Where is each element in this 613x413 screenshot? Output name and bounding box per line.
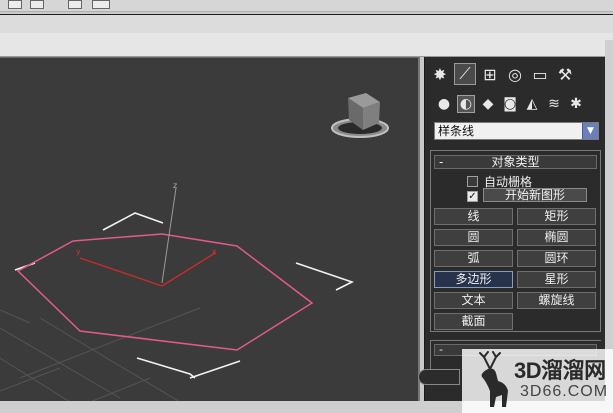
toolbar-icon[interactable]	[30, 0, 44, 9]
watermark-main-text: 3D溜溜网	[514, 358, 606, 383]
donut-button[interactable]: 圆环	[517, 250, 596, 267]
collapse-icon: -	[439, 155, 444, 169]
x-axis-label: x	[212, 247, 217, 256]
watermark-sub-text: 3D66.COM	[520, 383, 609, 400]
viewcube[interactable]	[331, 93, 389, 138]
start-new-shape-checkbox[interactable]: ✓	[467, 190, 478, 202]
hierarchy-icon[interactable]: ⊞	[479, 63, 501, 85]
watermark: 3D溜溜网 3D66.COM	[462, 349, 613, 413]
helix-button[interactable]: 螺旋线	[517, 292, 596, 309]
geometry-icon[interactable]: ●	[435, 95, 453, 113]
polygon-shape[interactable]	[16, 233, 314, 351]
ellipse-button[interactable]: 椭圆	[517, 229, 596, 246]
cursor-icon	[146, 0, 156, 9]
ribbon-bar	[0, 15, 613, 33]
text-button[interactable]: 文本	[434, 292, 513, 309]
category-dropdown[interactable]: 样条线 ▼	[434, 122, 599, 140]
deer-logo-icon	[479, 351, 508, 407]
auto-grid-row[interactable]: 自动栅格	[467, 174, 533, 189]
shapes-icon[interactable]: ◐	[457, 95, 475, 113]
arc-button[interactable]: 弧	[434, 250, 513, 267]
z-axis-label: z	[173, 181, 177, 190]
display-icon[interactable]: ▭	[529, 63, 551, 85]
y-axis-label: y	[76, 247, 81, 256]
toolbar-icon[interactable]	[68, 0, 82, 9]
spacewarps-icon[interactable]: ≋	[545, 95, 563, 113]
category-dropdown-value: 样条线	[438, 124, 475, 138]
object-type-rollout: - 对象类型 自动栅格 ✓ 开始新图形 线 矩形 圆 椭圆 弧 圆环 多边形 星…	[430, 150, 601, 332]
window-frame-right	[605, 40, 613, 401]
section-button[interactable]: 截面	[434, 313, 513, 330]
ground-grid	[0, 307, 201, 401]
rectangle-button[interactable]: 矩形	[517, 208, 596, 225]
command-panel-tabs: ✸ ⟋ ⊞ ◎ ▭ ⚒	[425, 57, 606, 91]
motion-icon[interactable]: ◎	[504, 63, 526, 85]
auto-grid-checkbox[interactable]	[467, 175, 478, 187]
modify-icon[interactable]: ⟋	[454, 63, 476, 85]
ribbon-lower	[0, 33, 613, 57]
cameras-icon[interactable]: ◙	[501, 95, 519, 113]
helpers-icon[interactable]: ◭	[523, 95, 541, 113]
perspective-viewport[interactable]: z y x	[0, 57, 420, 401]
chevron-down-icon[interactable]: ▼	[582, 123, 598, 139]
line-button[interactable]: 线	[434, 208, 513, 225]
systems-icon[interactable]: ✱	[567, 95, 585, 113]
ngon-button[interactable]: 多边形	[434, 271, 513, 288]
main-toolbar	[0, 0, 613, 12]
star-button[interactable]: 星形	[517, 271, 596, 288]
auto-grid-label: 自动栅格	[484, 174, 533, 189]
viewport-scene: z y x	[0, 93, 389, 401]
create-subcategories: ● ◐ ◆ ◙ ◭ ≋ ✱	[425, 93, 606, 115]
y-axis	[79, 257, 163, 287]
x-axis	[161, 252, 216, 287]
panel-scroll-handle[interactable]	[418, 369, 460, 385]
object-type-rollout-header[interactable]: - 对象类型	[434, 155, 597, 169]
sun-icon[interactable]: ✸	[429, 63, 451, 85]
object-type-title: 对象类型	[491, 155, 540, 169]
circle-button[interactable]: 圆	[434, 229, 513, 246]
toolbar-icon[interactable]	[92, 0, 110, 9]
utilities-icon[interactable]: ⚒	[554, 63, 576, 85]
start-new-shape-button[interactable]: 开始新图形	[483, 188, 587, 202]
lights-icon[interactable]: ◆	[479, 95, 497, 113]
toolbar-icon[interactable]	[8, 0, 22, 9]
start-new-shape-row[interactable]: ✓	[467, 189, 478, 203]
